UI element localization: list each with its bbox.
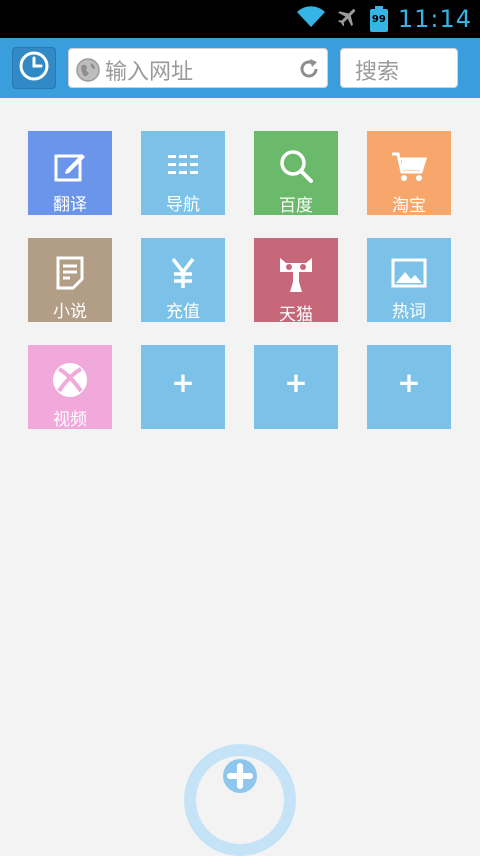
search-placeholder: 搜索 <box>355 60 400 85</box>
plus-circle-icon[interactable] <box>222 758 258 798</box>
tile-label: 百度 <box>279 196 313 216</box>
search-icon <box>276 147 316 185</box>
tmall-cat-icon <box>276 254 316 294</box>
image-icon <box>389 254 429 291</box>
tile-label: 导航 <box>166 195 200 215</box>
clock-icon <box>18 50 50 86</box>
search-input[interactable]: 搜索 <box>340 48 458 88</box>
tile-video[interactable]: 视频 <box>28 345 112 430</box>
url-placeholder: 输入网址 <box>105 60 194 85</box>
tile-label: 视频 <box>53 410 87 430</box>
tile-tmall[interactable]: 天猫 <box>254 238 338 325</box>
tile-label: 充值 <box>166 302 200 322</box>
tile-baidu[interactable]: 百度 <box>254 131 338 216</box>
battery-icon: 99 <box>369 6 388 32</box>
cart-icon <box>389 147 429 185</box>
refresh-icon[interactable] <box>297 57 321 85</box>
document-icon <box>50 254 90 291</box>
browser-toolbar: 输入网址 搜索 <box>0 38 480 98</box>
add-shortcut-button[interactable]: + <box>141 345 225 429</box>
tile-taobao[interactable]: 淘宝 <box>367 131 451 216</box>
status-icons: 99 11:14 <box>296 0 472 38</box>
add-shortcut-button[interactable]: + <box>254 345 338 429</box>
airplane-icon <box>336 5 360 33</box>
globe-icon <box>75 57 101 87</box>
tile-translate[interactable]: 翻译 <box>28 131 112 215</box>
add-shortcut-button[interactable]: + <box>367 345 451 429</box>
tile-novel[interactable]: 小说 <box>28 238 112 322</box>
tile-label: 天猫 <box>279 305 313 325</box>
status-bar: 99 11:14 <box>0 0 480 38</box>
add-icon: + <box>171 366 195 399</box>
history-button[interactable] <box>12 47 56 89</box>
tile-label: 热词 <box>392 302 426 322</box>
url-input[interactable]: 输入网址 <box>68 48 328 88</box>
xbox-icon <box>50 361 90 399</box>
clock: 11:14 <box>397 5 472 33</box>
edit-icon <box>50 147 90 184</box>
menu-list-icon <box>163 147 203 184</box>
tile-label: 淘宝 <box>392 196 426 216</box>
wifi-icon <box>296 6 326 32</box>
tile-label: 翻译 <box>53 195 87 215</box>
tile-label: 小说 <box>53 302 87 322</box>
tile-hot-words[interactable]: 热词 <box>367 238 451 322</box>
battery-level: 99 <box>371 14 386 25</box>
add-icon: + <box>284 366 308 399</box>
add-icon: + <box>397 366 421 399</box>
yen-icon <box>163 254 203 291</box>
tile-recharge[interactable]: 充值 <box>141 238 225 322</box>
tile-navigation[interactable]: 导航 <box>141 131 225 215</box>
